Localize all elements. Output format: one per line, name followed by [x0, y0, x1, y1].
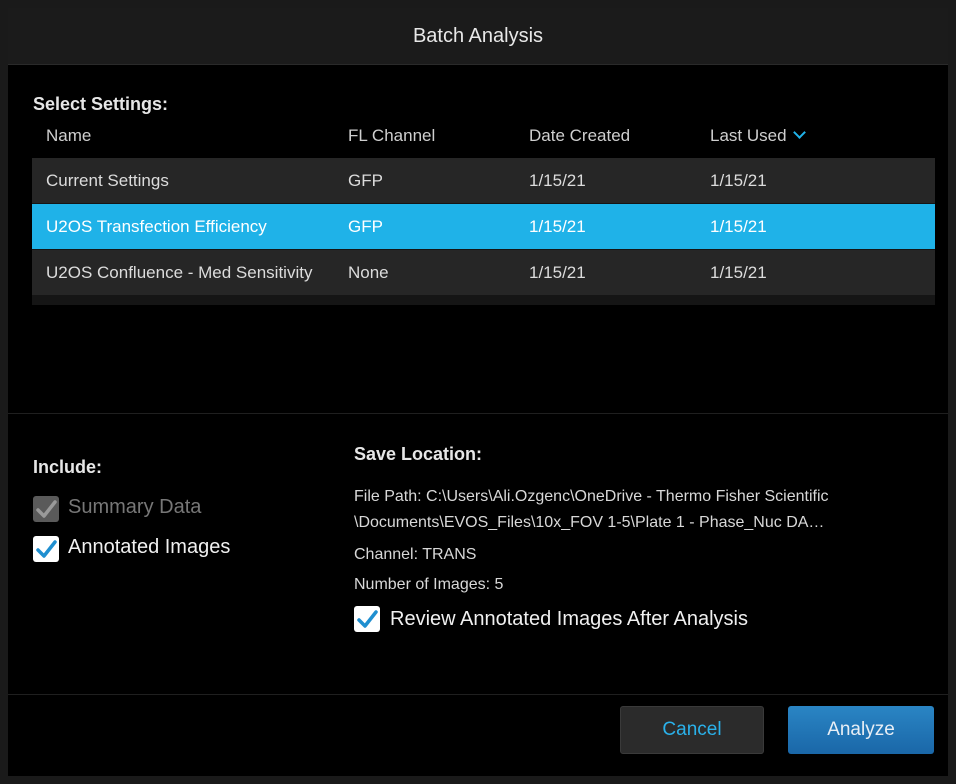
row-last-used: 1/15/21	[710, 171, 767, 190]
annotated-images-checkbox[interactable]	[33, 536, 59, 562]
dialog-title: Batch Analysis	[8, 8, 948, 65]
row-last-used: 1/15/21	[710, 263, 767, 282]
row-date-created: 1/15/21	[529, 171, 586, 190]
chevron-down-icon	[792, 126, 806, 139]
row-name: U2OS Confluence - Med Sensitivity	[46, 263, 313, 282]
table-row[interactable]: U2OS Confluence - Med Sensitivity None 1…	[32, 250, 935, 295]
checkmark-icon	[36, 500, 57, 518]
number-of-images: Number of Images: 5	[354, 576, 504, 593]
footer-divider	[8, 694, 948, 695]
summary-data-checkbox	[33, 496, 59, 522]
file-path-line-1: File Path: C:\Users\Ali.Ozgenc\OneDrive …	[354, 488, 829, 505]
include-label: Include:	[33, 457, 103, 477]
column-header-last-used[interactable]: Last Used	[710, 126, 806, 146]
summary-data-label: Summary Data	[68, 496, 202, 518]
save-location-label: Save Location:	[354, 444, 483, 464]
column-header-date-created[interactable]: Date Created	[529, 126, 630, 146]
review-annotated-images-label[interactable]: Review Annotated Images After Analysis	[390, 608, 748, 631]
select-settings-label: Select Settings:	[33, 94, 169, 114]
checkmark-icon	[357, 610, 378, 628]
cancel-button[interactable]: Cancel	[620, 706, 764, 754]
checkmark-icon	[36, 540, 57, 558]
annotated-images-label[interactable]: Annotated Images	[68, 536, 230, 559]
row-name: Current Settings	[46, 171, 169, 190]
column-header-last-used-label: Last Used	[710, 126, 787, 145]
row-channel: GFP	[348, 171, 383, 190]
batch-analysis-dialog: Batch Analysis Select Settings: Name FL …	[8, 8, 948, 776]
row-name: U2OS Transfection Efficiency	[46, 217, 267, 236]
file-path-line-2: \Documents\EVOS_Files\10x_FOV 1-5\Plate …	[354, 514, 825, 531]
row-date-created: 1/15/21	[529, 217, 586, 236]
row-channel: None	[348, 263, 389, 282]
channel-info: Channel: TRANS	[354, 546, 477, 563]
section-divider	[8, 413, 948, 414]
table-row-selected[interactable]: U2OS Transfection Efficiency GFP 1/15/21…	[32, 204, 935, 249]
column-header-fl-channel[interactable]: FL Channel	[348, 126, 435, 146]
table-row[interactable]: Current Settings GFP 1/15/21 1/15/21	[32, 158, 935, 203]
analyze-button[interactable]: Analyze	[788, 706, 934, 754]
row-date-created: 1/15/21	[529, 263, 586, 282]
column-header-name[interactable]: Name	[46, 126, 91, 146]
review-annotated-images-checkbox[interactable]	[354, 606, 380, 632]
row-last-used: 1/15/21	[710, 217, 767, 236]
row-channel: GFP	[348, 217, 383, 236]
settings-table: Current Settings GFP 1/15/21 1/15/21 U2O…	[32, 158, 935, 305]
